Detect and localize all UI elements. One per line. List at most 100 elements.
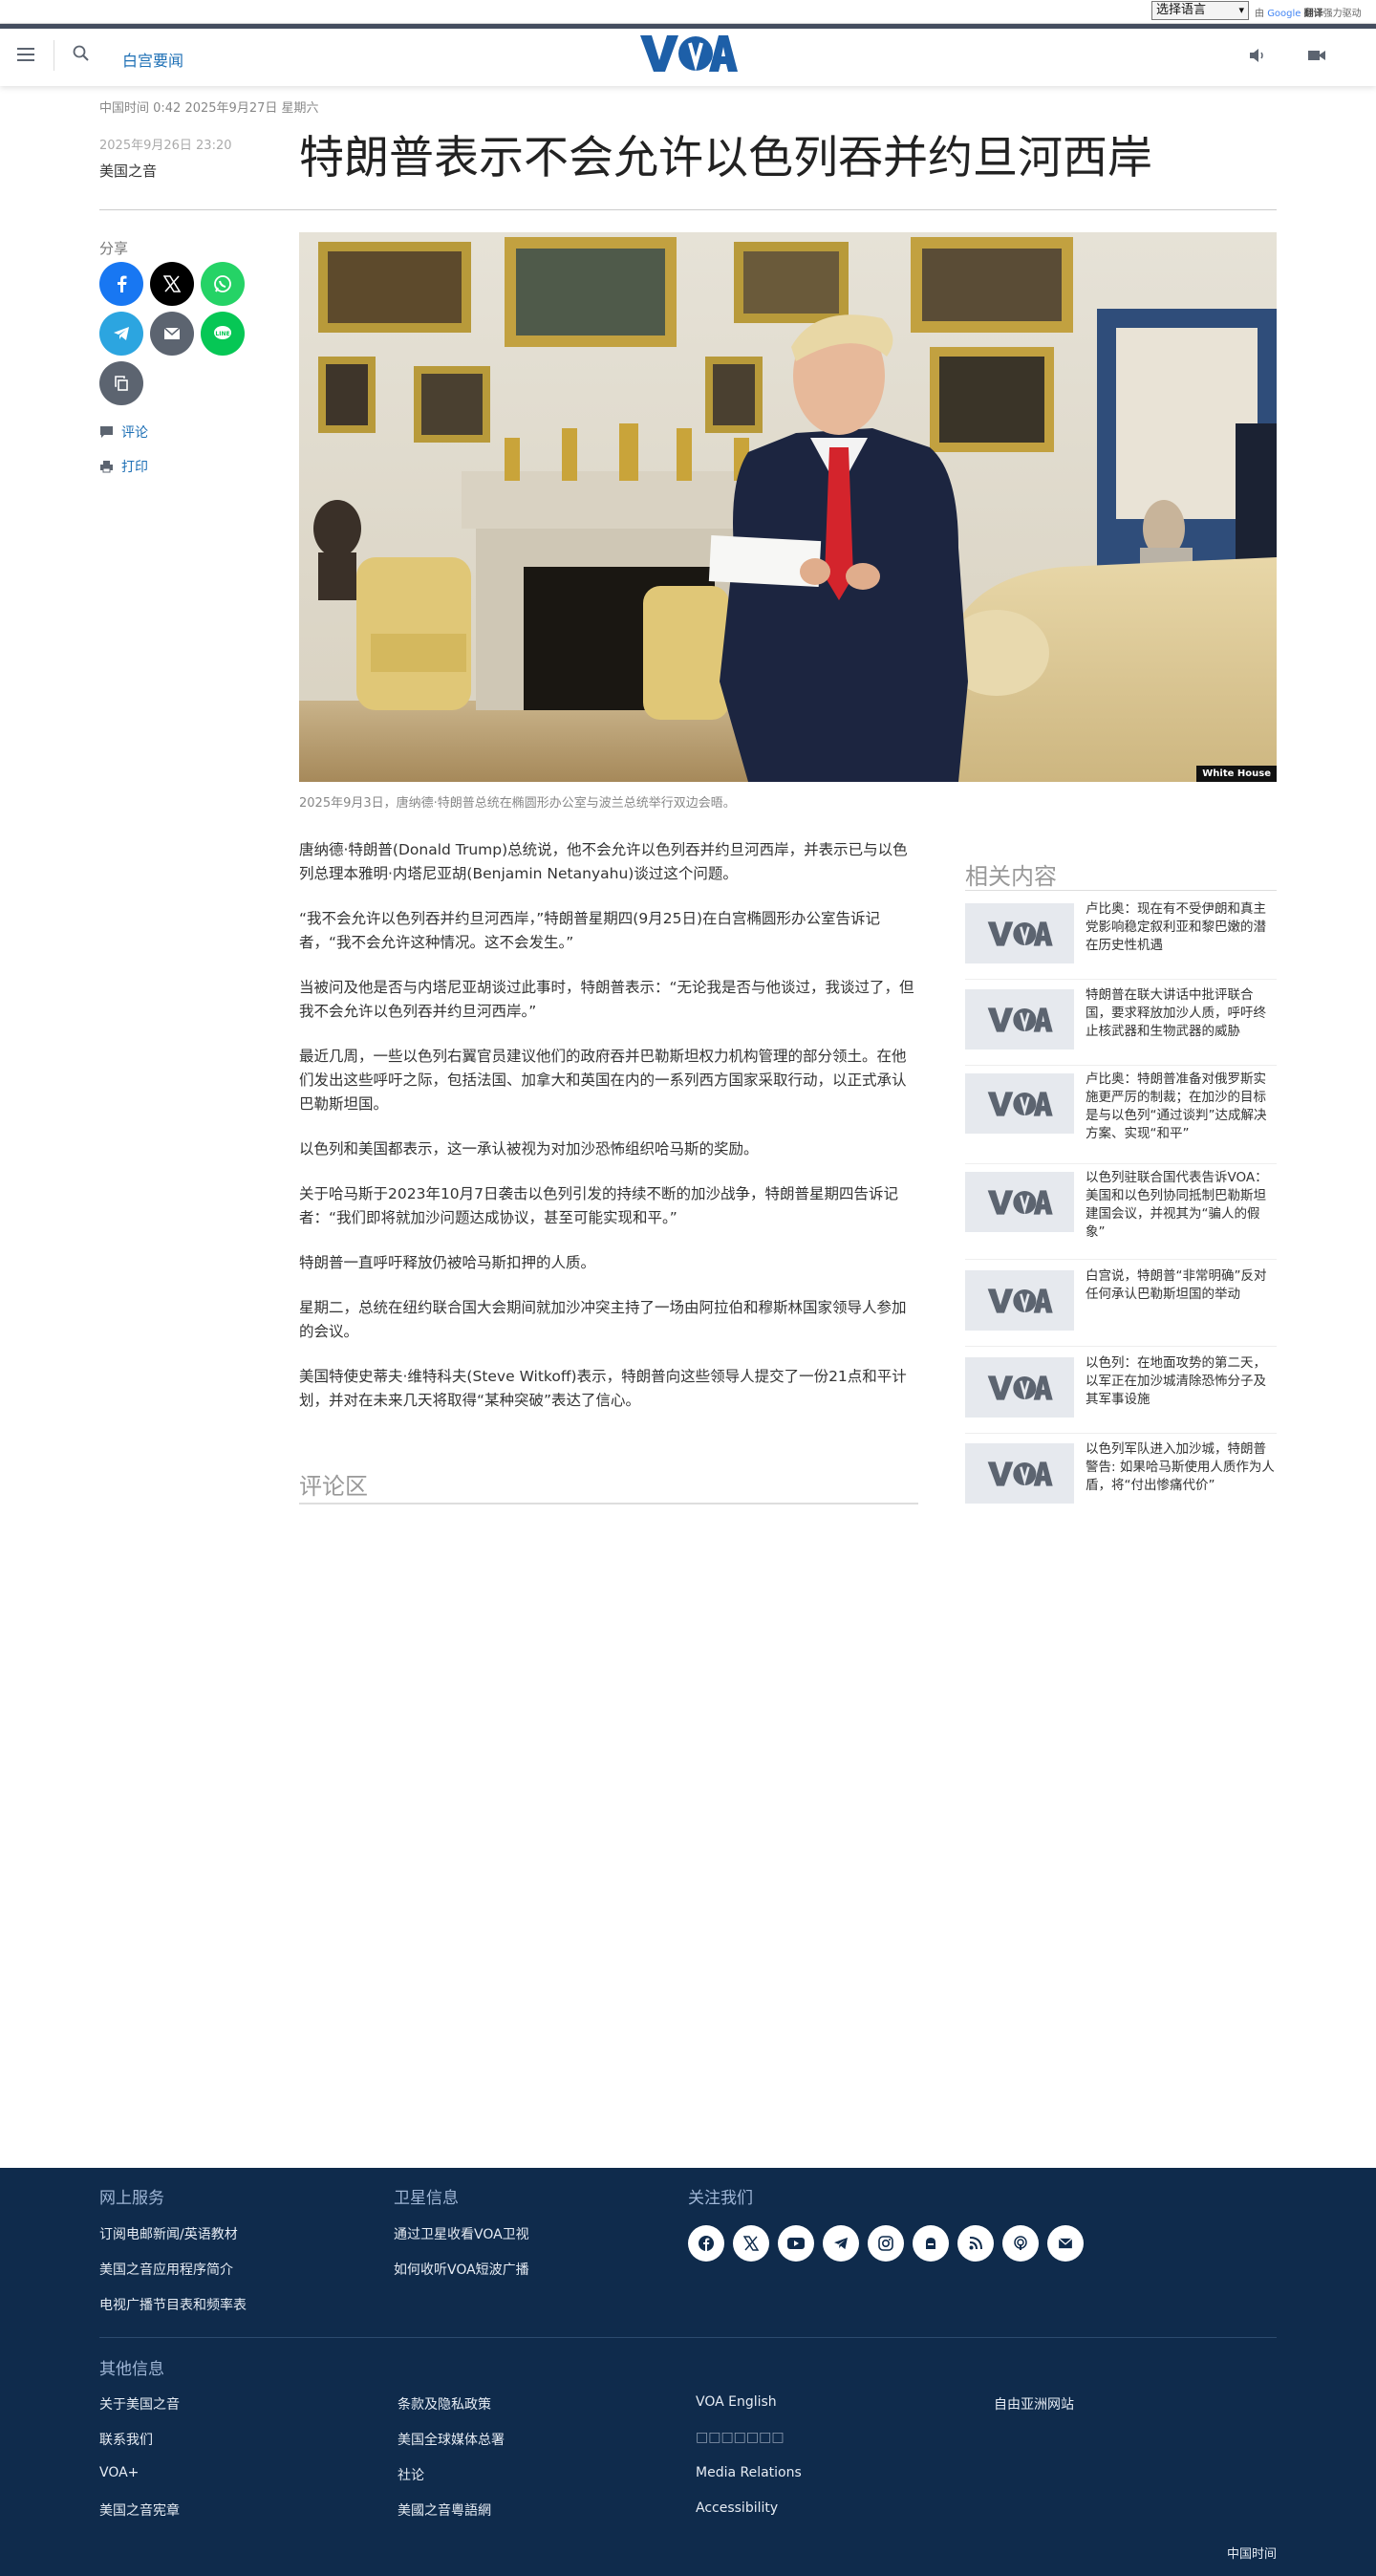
email-share-button[interactable]	[150, 312, 194, 356]
comment-icon	[100, 426, 113, 438]
publish-date: 2025年9月26日 23:20	[99, 139, 232, 153]
title-divider	[99, 209, 1277, 210]
related-item[interactable]: 以色列军队进入加沙城，特朗普警告: 如果哈马斯使用人质作为人盾，将“付出惨痛代价…	[965, 1441, 1277, 1520]
footer-link[interactable]: 美国之音应用程序简介	[99, 2260, 233, 2279]
voa-thumb-icon	[965, 989, 1074, 1050]
paragraph: 美国特使史蒂夫·维特科夫(Steve Witkoff)表示，特朗普向这些领导人提…	[299, 1368, 907, 1409]
whatsapp-share-button[interactable]	[201, 262, 245, 306]
voa-thumb-icon	[965, 1357, 1074, 1418]
footer-link[interactable]: 通过卫星收看VOA卫视	[394, 2224, 529, 2243]
footer-link[interactable]: 电视广播节目表和频率表	[99, 2295, 247, 2314]
podcast-icon[interactable]	[913, 2225, 949, 2262]
footer-link[interactable]: 自由亚洲网站	[994, 2394, 1074, 2414]
facebook-icon[interactable]	[688, 2225, 724, 2262]
paragraph: 特朗普一直呼吁释放仍被哈马斯扣押的人质。	[299, 1254, 596, 1271]
footer-link[interactable]: Media Relations	[696, 2465, 802, 2480]
facebook-icon	[118, 275, 127, 292]
paragraph: 最近几周，一些以色列右翼官员建议他们的政府吞并巴勒斯坦权力机构管理的部分领土。在…	[299, 1048, 907, 1113]
comments-heading: 评论区	[299, 1473, 368, 1500]
facebook-share-button[interactable]	[99, 262, 143, 306]
footer-link[interactable]: 关于美国之音	[99, 2394, 180, 2414]
print-icon	[100, 461, 113, 473]
footer-heading-other: 其他信息	[99, 2360, 164, 2379]
telegram-share-button[interactable]	[99, 312, 143, 356]
telegram-icon	[114, 327, 129, 340]
footer-heading-online: 网上服务	[99, 2189, 164, 2208]
paragraph: 唐纳德·特朗普(Donald Trump)总统说，他不会允许以色列吞并约旦河西岸…	[299, 841, 908, 882]
section-link[interactable]: 白宫要闻	[122, 48, 183, 71]
x-icon	[163, 275, 181, 292]
article-photo: White House	[299, 232, 1277, 782]
powered-by: 由 Google 翻译强力驱动	[1255, 9, 1362, 19]
footer-link[interactable]: Accessibility	[696, 2500, 778, 2516]
print-link[interactable]: 打印	[99, 457, 148, 476]
related-heading: 相关内容	[965, 863, 1057, 890]
oval-office-photo	[299, 232, 1277, 782]
related-item[interactable]: 以色列：在地面攻势的第二天，以军正在加沙城清除恐怖分子及其军事设施	[965, 1355, 1277, 1434]
byline: 美国之音	[99, 162, 158, 180]
article-title: 特朗普表示不会允许以色列吞并约旦河西岸	[299, 132, 1152, 184]
related-item-title: 以色列：在地面攻势的第二天，以军正在加沙城清除恐怖分子及其军事设施	[1086, 1355, 1266, 1407]
footer-heading-satellite: 卫星信息	[394, 2189, 459, 2208]
voa-thumb-icon	[965, 1073, 1074, 1134]
footer-timezone: 中国时间	[1227, 2547, 1278, 2562]
related-item[interactable]: 特朗普在联大讲话中批评联合国，要求释放加沙人质，呼吁终止核武器和生物武器的威胁	[965, 987, 1277, 1066]
search-icon[interactable]	[72, 44, 91, 63]
photo-credit: White House	[1196, 766, 1277, 782]
paragraph: “我不会允许以色列吞并约旦河西岸，”特朗普星期四(9月25日)在白宫椭圆形办公室…	[299, 910, 880, 951]
footer-link[interactable]: □□□□□□□	[696, 2430, 785, 2445]
email-icon[interactable]	[1047, 2225, 1084, 2262]
voa-thumb-icon	[965, 1172, 1074, 1232]
related-item[interactable]: 卢比奥：现在有不受伊朗和真主党影响稳定叙利亚和黎巴嫩的潜在历史性机遇	[965, 901, 1277, 980]
footer-heading-follow: 关注我们	[688, 2189, 753, 2208]
paragraph: 以色列和美国都表示，这一承认被视为对加沙恐怖组织哈马斯的奖励。	[299, 1140, 759, 1158]
related-item-title: 白宫说，特朗普“非常明确”反对任何承认巴勒斯坦国的举动	[1086, 1268, 1267, 1302]
copy-icon	[115, 376, 128, 391]
x-icon[interactable]	[733, 2225, 769, 2262]
comments-divider	[299, 1503, 918, 1504]
footer-link[interactable]: 如何收听VOA短波广播	[394, 2260, 529, 2279]
related-item[interactable]: 以色列驻联合国代表告诉VOA：美国和以色列协同抵制巴勒斯坦建国会议，并视其为“骗…	[965, 1170, 1277, 1260]
voa-thumb-icon	[965, 903, 1074, 963]
podcast-app-icon[interactable]	[1002, 2225, 1039, 2262]
x-share-button[interactable]	[150, 262, 194, 306]
email-icon	[163, 327, 181, 339]
language-select[interactable]: 选择语言	[1151, 1, 1249, 20]
related-divider	[965, 890, 1277, 891]
footer-link[interactable]: 订阅电邮新闻/英语教材	[99, 2224, 238, 2243]
article-body: 唐纳德·特朗普(Donald Trump)总统说，他不会允许以色列吞并约旦河西岸…	[299, 838, 920, 1434]
comment-link[interactable]: 评论	[99, 422, 148, 442]
line-share-button[interactable]: LINE	[201, 312, 245, 356]
related-item-title: 以色列军队进入加沙城，特朗普警告: 如果哈马斯使用人质作为人盾，将“付出惨痛代价…	[1086, 1441, 1275, 1493]
footer-link[interactable]: VOA English	[696, 2394, 777, 2410]
footer-link[interactable]: 社论	[398, 2465, 424, 2484]
footer-link[interactable]: 联系我们	[99, 2430, 153, 2449]
rss-icon[interactable]	[957, 2225, 994, 2262]
footer-link[interactable]: 条款及隐私政策	[398, 2394, 491, 2414]
related-item-title: 卢比奥：现在有不受伊朗和真主党影响稳定叙利亚和黎巴嫩的潜在历史性机遇	[1086, 901, 1266, 953]
paragraph: 当被问及他是否与内塔尼亚胡谈过此事时，特朗普表示：“无论我是否与他谈过，我谈过了…	[299, 979, 914, 1020]
voa-thumb-icon	[965, 1443, 1074, 1504]
related-item[interactable]: 白宫说，特朗普“非常明确”反对任何承认巴勒斯坦国的举动	[965, 1268, 1277, 1347]
copy-link-button[interactable]	[99, 361, 143, 405]
footer-link[interactable]: VOA+	[99, 2465, 139, 2480]
footer-divider	[99, 2337, 1277, 2338]
voa-logo[interactable]	[638, 33, 738, 74]
related-item-title: 以色列驻联合国代表告诉VOA：美国和以色列协同抵制巴勒斯坦建国会议，并视其为“骗…	[1086, 1170, 1268, 1240]
video-icon[interactable]	[1307, 48, 1326, 63]
audio-icon[interactable]	[1248, 48, 1267, 63]
svg-text:LINE: LINE	[215, 331, 229, 337]
youtube-icon[interactable]	[778, 2225, 814, 2262]
telegram-icon[interactable]	[823, 2225, 859, 2262]
hamburger-menu-icon[interactable]	[17, 48, 34, 61]
footer-link[interactable]: 美國之音粵語網	[398, 2500, 491, 2520]
paragraph: 关于哈马斯于2023年10月7日袭击以色列引发的持续不断的加沙战争，特朗普星期四…	[299, 1185, 899, 1226]
footer-link[interactable]: 美国之音宪章	[99, 2500, 180, 2520]
whatsapp-icon	[214, 275, 231, 292]
site-header: 白宫要闻	[0, 24, 1376, 86]
footer-link[interactable]: 美国全球媒体总署	[398, 2430, 505, 2449]
instagram-icon[interactable]	[868, 2225, 904, 2262]
related-item-title: 卢比奥：特朗普准备对俄罗斯实施更严厉的制裁；在加沙的目标是与以色列“通过谈判”达…	[1086, 1072, 1267, 1141]
related-item[interactable]: 卢比奥：特朗普准备对俄罗斯实施更严厉的制裁；在加沙的目标是与以色列“通过谈判”达…	[965, 1072, 1277, 1164]
related-item-title: 特朗普在联大讲话中批评联合国，要求释放加沙人质，呼吁终止核武器和生物武器的威胁	[1086, 987, 1266, 1039]
